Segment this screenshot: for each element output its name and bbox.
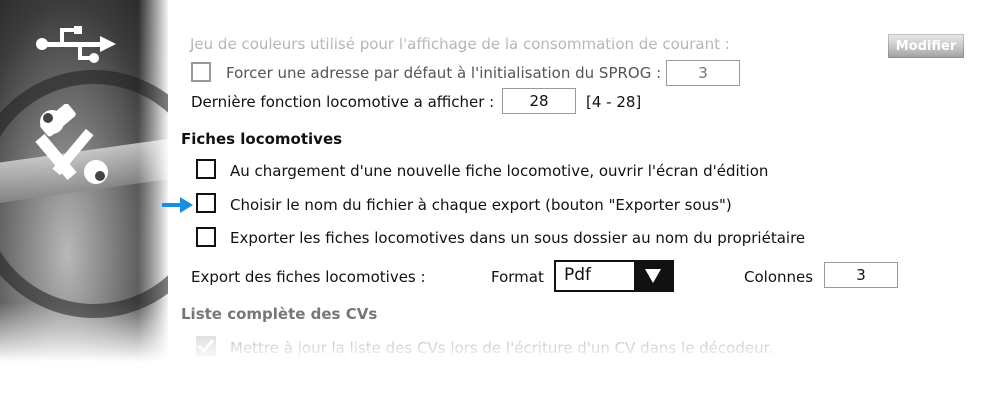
tools-icon[interactable] [34,103,114,188]
ouvrir-edition-checkbox[interactable] [196,159,216,179]
derniere-fonction-label: Dernière fonction locomotive a afficher … [191,93,495,111]
forcer-adresse-input[interactable]: 3 [666,60,740,86]
sidebar-decoration [0,0,168,362]
triangle-down-icon[interactable] [634,262,672,290]
sous-dossier-label: Exporter les fiches locomotives dans un … [230,229,806,247]
usb-icon[interactable] [34,24,118,72]
format-select-value: Pdf [564,265,592,285]
derniere-fonction-range: [4 - 28] [586,93,642,111]
sous-dossier-checkbox[interactable] [196,227,216,247]
maj-cvs-checkbox[interactable] [196,336,216,356]
arrow-right-icon [162,196,194,218]
forcer-adresse-checkbox[interactable] [191,62,211,82]
format-label: Format [491,268,544,286]
choisir-nom-checkbox[interactable] [196,193,216,213]
maj-cvs-label: Mettre à jour la liste des CVs lors de l… [230,339,774,357]
couleurs-label: Jeu de couleurs utilisé pour l'affichage… [190,35,730,53]
format-select[interactable]: Pdf [554,260,674,292]
forcer-adresse-label: Forcer une adresse par défaut à l'initia… [226,64,662,82]
export-label: Export des fiches locomotives : [191,268,426,286]
fiches-section-title: Fiches locomotives [181,130,343,148]
colonnes-input[interactable]: 3 [824,262,898,288]
check-icon [197,339,215,354]
derniere-fonction-input[interactable]: 28 [502,88,576,114]
choisir-nom-label: Choisir le nom du fichier à chaque expor… [230,196,732,214]
modifier-button[interactable]: Modifier [888,34,964,58]
cvs-section-title: Liste complète des CVs [181,305,378,323]
ouvrir-edition-label: Au chargement d'une nouvelle fiche locom… [230,162,769,180]
colonnes-label: Colonnes [744,268,814,286]
